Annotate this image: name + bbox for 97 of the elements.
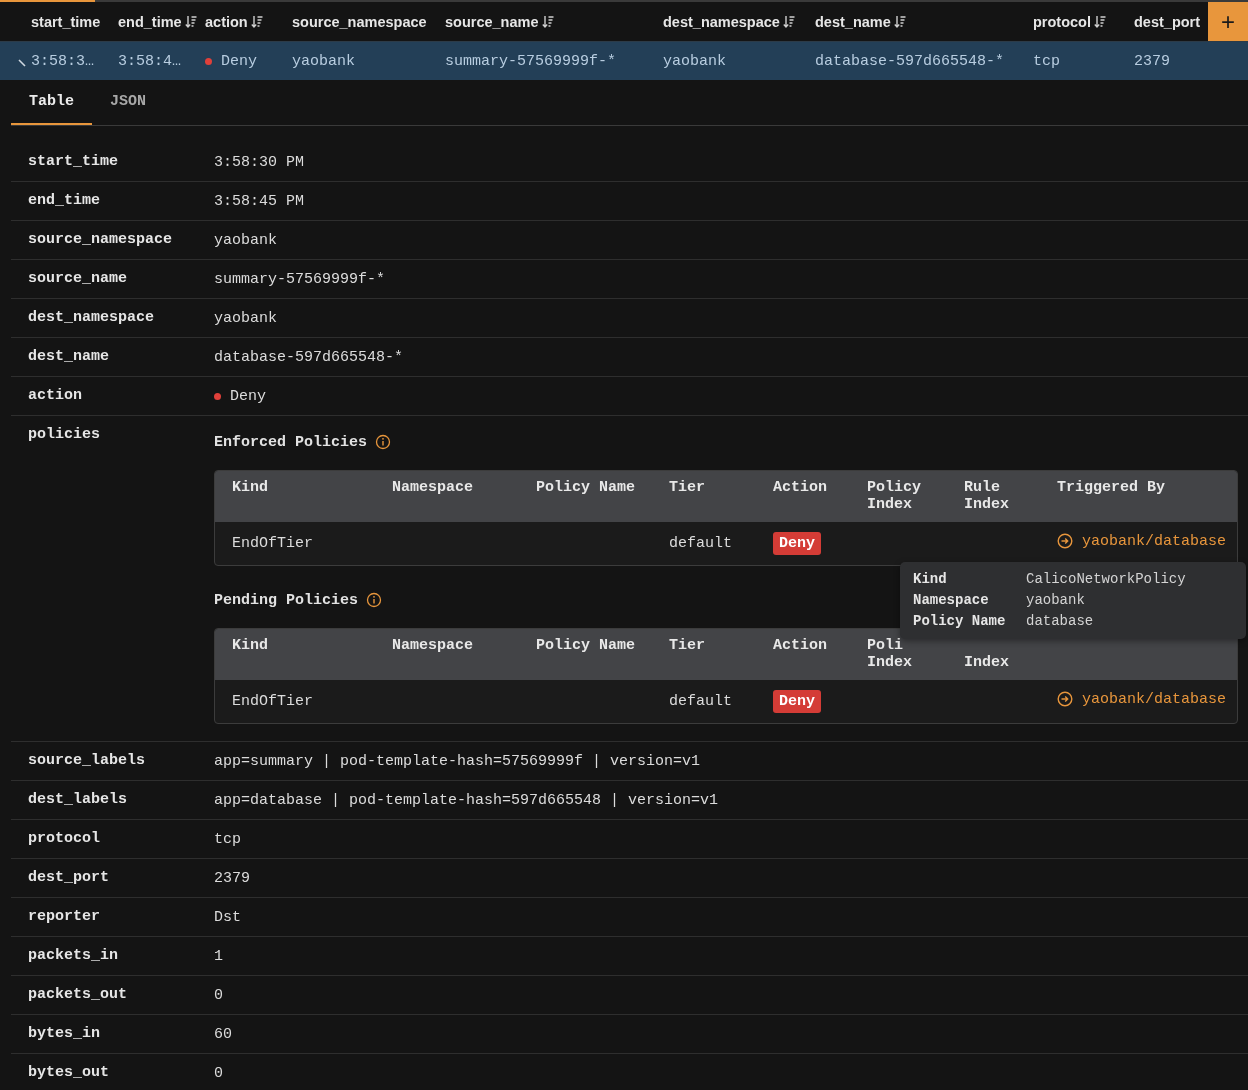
- field-label: packets_in: [27, 946, 119, 966]
- table-cell: tcp: [1033, 52, 1060, 70]
- field-label: source_labels: [27, 751, 147, 771]
- column-header[interactable]: start_time: [31, 13, 101, 30]
- table-cell: default: [669, 535, 732, 552]
- field-value: Dst: [214, 908, 242, 926]
- field-value: 0: [214, 1064, 224, 1082]
- table-row[interactable]: 3:58:3… 3:58:4… Deny yaobank summary-57569999f-* yaobank database-597d665548-* tcp 2379: [0, 41, 1248, 80]
- column-header[interactable]: source_name: [445, 13, 554, 30]
- table-cell: EndOfTier: [232, 693, 313, 710]
- column-header: Triggered By: [1057, 479, 1166, 496]
- expand-icon: [18, 59, 26, 67]
- table-cell: Deny: [221, 52, 257, 70]
- sort-icon: [782, 14, 795, 29]
- column-header[interactable]: end_time: [118, 13, 197, 30]
- field-label: start_time: [27, 152, 119, 172]
- action-badge: Deny: [773, 532, 821, 555]
- field-label: dest_name: [27, 347, 110, 367]
- table-cell: 3:58:3…: [31, 52, 94, 70]
- field-value: tcp: [214, 830, 242, 848]
- section-title: Enforced Policies: [214, 433, 368, 451]
- column-header[interactable]: dest_name: [815, 13, 906, 30]
- column-header[interactable]: dest_port: [1134, 13, 1201, 30]
- sort-icon: [893, 14, 906, 29]
- column-header: Tier: [669, 637, 705, 654]
- tooltip-value: yaobank: [1026, 592, 1086, 608]
- field-label: dest_port: [27, 868, 110, 888]
- policy-link[interactable]: yaobank/database: [1057, 690, 1227, 708]
- column-header[interactable]: dest_namespace: [663, 13, 795, 30]
- field-value: yaobank: [214, 309, 278, 327]
- table-cell: yaobank: [292, 52, 355, 70]
- tab[interactable]: JSON: [92, 80, 165, 125]
- column-header: Action: [773, 637, 827, 654]
- sort-icon: [541, 14, 554, 29]
- field-label: policies: [27, 425, 101, 445]
- column-header: Policy Name: [536, 479, 636, 496]
- add-column-button[interactable]: +: [1208, 2, 1248, 41]
- column-header[interactable]: protocol: [1033, 13, 1106, 30]
- field-label: end_time: [27, 191, 101, 211]
- column-header: Action: [773, 479, 827, 496]
- column-header: Policy Index: [867, 479, 921, 513]
- table-cell: EndOfTier: [232, 535, 313, 552]
- field-value: 1: [214, 947, 224, 965]
- tooltip-label: Policy Name: [913, 613, 1007, 629]
- field-value: database-597d665548-*: [214, 348, 405, 366]
- field-label: dest_labels: [27, 790, 129, 810]
- column-header: Rule Index: [964, 479, 1009, 513]
- sort-icon: [184, 14, 197, 29]
- action-badge: Deny: [773, 690, 821, 713]
- column-header: Tier: [669, 479, 705, 496]
- tooltip-value: database: [1026, 613, 1095, 629]
- policy-link[interactable]: yaobank/database: [1057, 532, 1227, 550]
- column-header: Poli Index: [867, 637, 912, 671]
- field-label: dest_namespace: [27, 308, 156, 328]
- info-icon: [375, 434, 392, 450]
- field-label: bytes_out: [27, 1063, 110, 1083]
- field-value: app=summary | pod-template-hash=57569999f | version=v1: [214, 752, 702, 770]
- column-header[interactable]: source_namespace: [292, 13, 427, 30]
- column-header: Namespace: [392, 479, 473, 496]
- field-label: source_namespace: [27, 230, 174, 250]
- table-cell: default: [669, 693, 732, 710]
- field-label: source_name: [27, 269, 129, 289]
- table-cell: 2379: [1134, 52, 1170, 70]
- column-header: Policy Name: [536, 637, 636, 654]
- tooltip-label: Kind: [913, 571, 948, 587]
- field-value: app=database | pod-template-hash=597d665548 | version=v1: [214, 791, 720, 809]
- table-cell: summary-57569999f-*: [445, 52, 617, 70]
- field-label: bytes_in: [27, 1024, 101, 1044]
- column-header[interactable]: action: [205, 13, 263, 30]
- field-value: Deny: [230, 387, 266, 405]
- table-cell: yaobank: [663, 52, 726, 70]
- field-value: 3:58:45 PM: [214, 192, 305, 210]
- arrow-circle-icon: [1057, 533, 1073, 550]
- field-label: protocol: [27, 829, 101, 849]
- field-value: 0: [214, 986, 224, 1004]
- tooltip-label: Namespace: [913, 592, 990, 608]
- field-label: reporter: [27, 907, 101, 927]
- column-header: Namespace: [392, 637, 473, 654]
- sort-icon: [1094, 14, 1106, 29]
- table-cell: database-597d665548-*: [815, 52, 1005, 70]
- sort-icon: [250, 14, 263, 29]
- arrow-circle-icon: [1057, 691, 1073, 708]
- column-header: Index: [964, 654, 1009, 671]
- column-header: Kind: [232, 479, 268, 496]
- field-label: action: [27, 386, 83, 406]
- table-cell: 3:58:4…: [118, 52, 181, 70]
- field-value: 60: [214, 1025, 233, 1043]
- field-value: yaobank: [214, 231, 278, 249]
- field-value: 3:58:30 PM: [214, 153, 305, 171]
- field-value: 2379: [214, 869, 251, 887]
- column-header: Kind: [232, 637, 268, 654]
- info-icon: [366, 592, 383, 608]
- field-value: summary-57569999f-*: [214, 270, 387, 288]
- field-label: packets_out: [27, 985, 129, 1005]
- tooltip-value: CalicoNetworkPolicy: [1026, 571, 1187, 587]
- section-title: Pending Policies: [214, 591, 359, 609]
- tab[interactable]: Table: [11, 80, 92, 125]
